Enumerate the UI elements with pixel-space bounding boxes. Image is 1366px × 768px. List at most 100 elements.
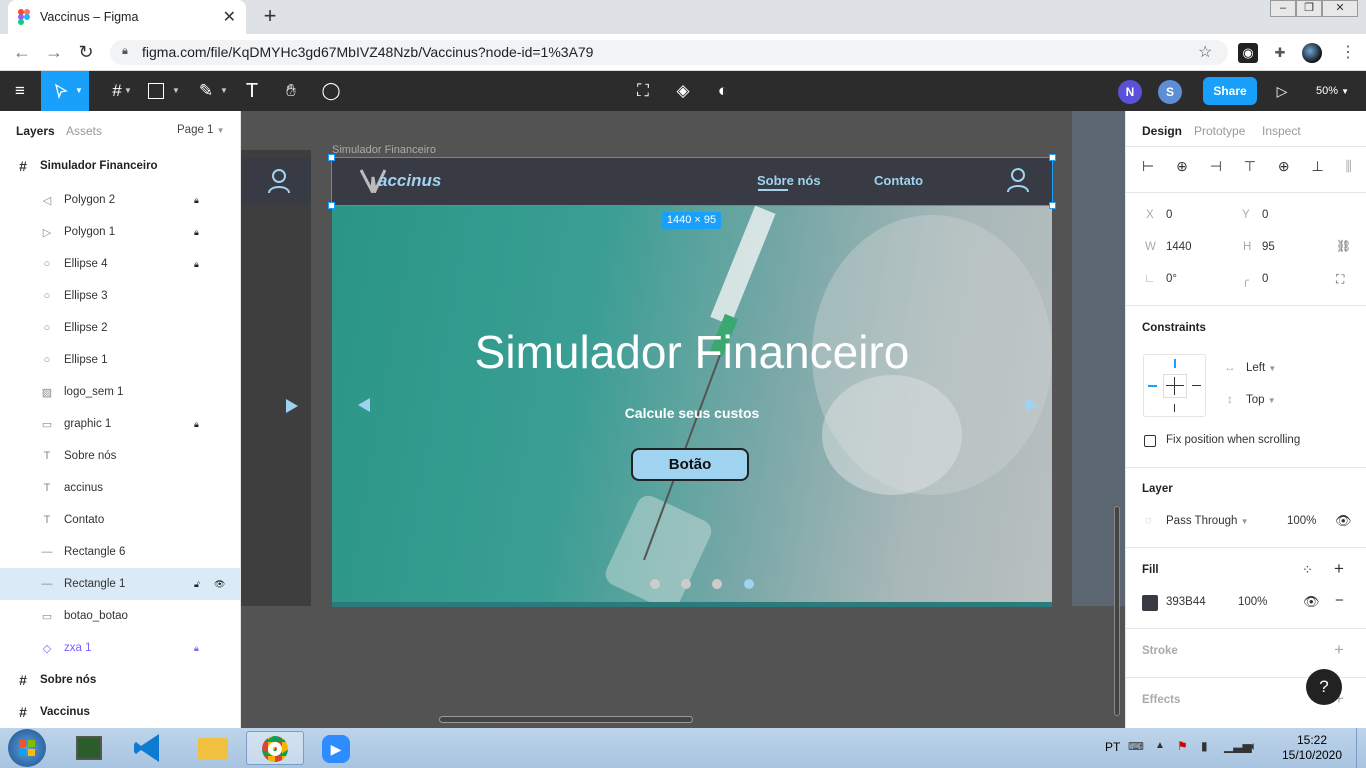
constraint-center-v[interactable]	[1174, 377, 1175, 395]
x-input[interactable]: 0	[1166, 209, 1172, 221]
chevron-down-icon[interactable]: ▼	[124, 71, 134, 111]
lock-icon[interactable]: 🔒︎	[194, 227, 199, 238]
avatar[interactable]: S	[1158, 80, 1182, 104]
blend-mode-select[interactable]: Pass Through ▼	[1166, 515, 1249, 527]
lock-icon[interactable]: 🔒︎	[194, 643, 199, 654]
add-fill-icon[interactable]: +	[1334, 559, 1344, 579]
w-input[interactable]: 1440	[1166, 241, 1192, 253]
comment-tool-icon[interactable]: ◯	[317, 71, 345, 111]
align-middle-icon[interactable]: ⊕	[1278, 158, 1290, 176]
horizontal-constraint-select[interactable]: Left ▼	[1246, 362, 1276, 374]
layer-row[interactable]: ○ Ellipse 3	[0, 280, 240, 312]
tab-close-icon[interactable]: ✕	[223, 7, 236, 27]
taskbar-clock[interactable]: 15:22 15/10/2020	[1272, 733, 1352, 763]
align-bottom-icon[interactable]: ⊥	[1311, 158, 1323, 176]
hero-image[interactable]: Simulador Financeiro Calcule seus custos…	[332, 205, 1052, 602]
resize-handle[interactable]	[328, 154, 335, 161]
layer-row[interactable]: — Rectangle 6	[0, 536, 240, 568]
forward-icon[interactable]: →	[43, 42, 65, 62]
align-right-icon[interactable]: ⊣	[1210, 158, 1222, 176]
language-indicator[interactable]: PT	[1105, 740, 1120, 754]
hand-tool-icon[interactable]: ✋︎	[277, 71, 305, 111]
constrain-proportions-icon[interactable]: ⛓︎	[1336, 239, 1351, 253]
resize-handle[interactable]	[1049, 202, 1056, 209]
pen-tool-icon[interactable]: ✎	[192, 71, 220, 111]
layer-row[interactable]: ◇ zxa 1 🔒︎	[0, 632, 240, 664]
constraint-bottom[interactable]	[1174, 404, 1175, 412]
styles-grid-icon[interactable]: ⁘	[1302, 562, 1313, 578]
contrast-icon[interactable]: ◐	[709, 71, 737, 111]
independent-corners-icon[interactable]: ⛶	[1336, 272, 1344, 287]
volume-icon[interactable]: 🔈︎	[1250, 739, 1257, 754]
layer-row[interactable]: Taccinus	[0, 472, 240, 504]
avatar[interactable]: N	[1118, 80, 1142, 104]
component-icon[interactable]: ◈	[669, 71, 697, 111]
fill-opacity-input[interactable]: 100%	[1238, 596, 1267, 608]
rectangle-tool-icon[interactable]	[148, 83, 164, 99]
resize-handle[interactable]	[328, 202, 335, 209]
layer-row[interactable]: ○ Ellipse 2	[0, 312, 240, 344]
frame-label[interactable]: Simulador Financeiro	[332, 144, 436, 156]
browser-tab[interactable]: Vaccinus – Figma ✕	[8, 0, 246, 34]
fix-position-checkbox[interactable]	[1144, 435, 1156, 447]
constraint-top[interactable]	[1174, 359, 1176, 368]
browser-menu-icon[interactable]: ⋮	[1340, 42, 1356, 62]
layer-row[interactable]: ◁ Polygon 2 🔒︎	[0, 184, 240, 216]
share-button[interactable]: Share	[1203, 77, 1257, 105]
layer-row[interactable]: ○ Ellipse 4 🔒︎	[0, 248, 240, 280]
arrow-left-icon[interactable]	[357, 397, 371, 413]
zoom-dropdown[interactable]: 50% ▼	[1316, 71, 1349, 111]
constraint-right[interactable]	[1192, 385, 1201, 386]
power-icon[interactable]: ▮	[1201, 739, 1208, 753]
tab-prototype[interactable]: Prototype	[1194, 124, 1245, 138]
layer-row[interactable]: ▭ graphic 1 🔒︎	[0, 408, 240, 440]
layer-row[interactable]: T Sobre nós	[0, 440, 240, 472]
eye-icon[interactable]: 👁︎	[214, 579, 225, 590]
taskbar-terminal-icon[interactable]	[64, 731, 114, 765]
start-button[interactable]	[8, 729, 46, 767]
constraint-center-h[interactable]	[1166, 385, 1184, 386]
reload-icon[interactable]: ↻	[75, 42, 97, 62]
url-bar[interactable]: figma.com/file/KqDMYHc3gd67MbIVZ48Nzb/Va…	[110, 40, 1228, 65]
tab-inspect[interactable]: Inspect	[1262, 124, 1301, 138]
y-input[interactable]: 0	[1262, 209, 1268, 221]
fill-hex-input[interactable]: 393B44	[1166, 596, 1206, 608]
constraint-left[interactable]	[1148, 385, 1157, 387]
taskbar-explorer-icon[interactable]	[188, 731, 238, 765]
network-icon[interactable]: ▁▃▅	[1224, 739, 1252, 753]
chevron-down-icon[interactable]: ▼	[172, 71, 182, 111]
adjacent-frame-left[interactable]	[241, 150, 311, 606]
tab-design[interactable]: Design	[1142, 124, 1182, 138]
lock-icon[interactable]: 🔒︎	[194, 259, 199, 270]
profile-avatar[interactable]	[1302, 43, 1322, 63]
constraints-widget[interactable]	[1143, 354, 1206, 417]
close-window-button[interactable]: ✕	[1322, 0, 1358, 17]
fill-swatch[interactable]	[1142, 595, 1158, 611]
carousel-dot[interactable]	[712, 579, 722, 589]
taskbar-zoom-icon[interactable]: ▶	[312, 731, 362, 765]
eye-icon[interactable]: 👁︎	[1335, 513, 1352, 529]
extensions-puzzle-icon[interactable]: ✚	[1270, 43, 1290, 63]
layer-row[interactable]: ▭ botao_botao	[0, 600, 240, 632]
back-icon[interactable]: ←	[11, 42, 33, 62]
align-top-icon[interactable]: ⊤	[1244, 158, 1256, 176]
distribute-icon[interactable]: ⫼	[1346, 158, 1352, 176]
lock-icon[interactable]: 🔒︎	[194, 195, 199, 206]
carousel-dot[interactable]	[681, 579, 691, 589]
lock-icon[interactable]: 🔒︎	[122, 45, 132, 59]
layer-row[interactable]: ▷ Polygon 1 🔒︎	[0, 216, 240, 248]
vertical-constraint-select[interactable]: Top ▼	[1246, 394, 1276, 406]
align-center-h-icon[interactable]: ⊕	[1176, 158, 1188, 176]
crop-icon[interactable]: ⛶	[629, 71, 657, 111]
carousel-dot[interactable]	[744, 579, 754, 589]
new-tab-button[interactable]: +	[258, 5, 282, 29]
hero-button[interactable]: Botão	[631, 448, 749, 481]
rotation-input[interactable]: 0°	[1166, 273, 1177, 285]
move-tool-button[interactable]: ▼	[41, 71, 89, 111]
layer-row[interactable]: ▨ logo_sem 1	[0, 376, 240, 408]
layer-frame-row[interactable]: # Sobre nós	[0, 664, 240, 696]
remove-fill-icon[interactable]: −	[1335, 592, 1344, 609]
bookmark-star-icon[interactable]: ☆	[1198, 42, 1212, 62]
text-tool-icon[interactable]: T	[238, 71, 266, 111]
flag-alert-icon[interactable]: ⚑	[1177, 739, 1188, 753]
